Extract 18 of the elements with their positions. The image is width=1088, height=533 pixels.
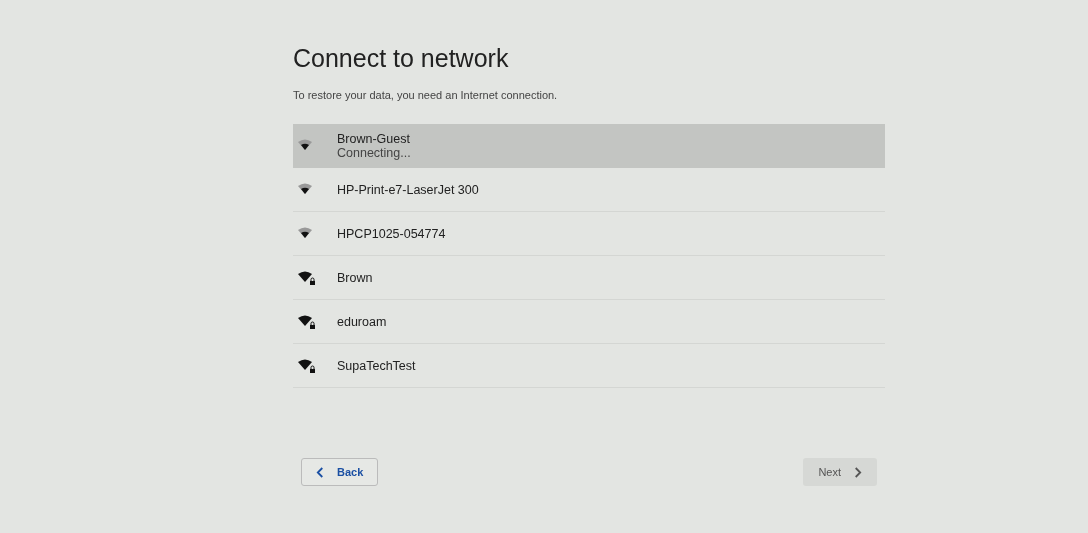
network-item[interactable]: HP-Print-e7-LaserJet 300 — [293, 168, 885, 212]
back-button[interactable]: Back — [301, 458, 379, 486]
chevron-right-icon — [853, 466, 862, 478]
page-subtitle: To restore your data, you need an Internet connection. — [293, 89, 559, 101]
chevron-left-icon — [316, 466, 325, 478]
page-title: Connect to network — [293, 44, 510, 73]
network-name: SupaTechTest — [337, 358, 416, 373]
network-item[interactable]: Brown — [293, 256, 885, 300]
network-name: HP-Print-e7-LaserJet 300 — [337, 182, 479, 197]
network-item[interactable]: Brown-Guest Connecting... — [293, 124, 885, 168]
network-name: eduroam — [337, 314, 387, 329]
network-name: HPCP1025-054774 — [337, 226, 446, 241]
network-item[interactable]: eduroam — [293, 300, 885, 344]
network-name: Brown — [337, 270, 373, 285]
network-item[interactable]: SupaTechTest — [293, 344, 885, 388]
network-name: Brown-Guest — [337, 131, 411, 146]
network-item[interactable]: HPCP1025-054774 — [293, 212, 885, 256]
network-status: Connecting... — [337, 145, 411, 160]
